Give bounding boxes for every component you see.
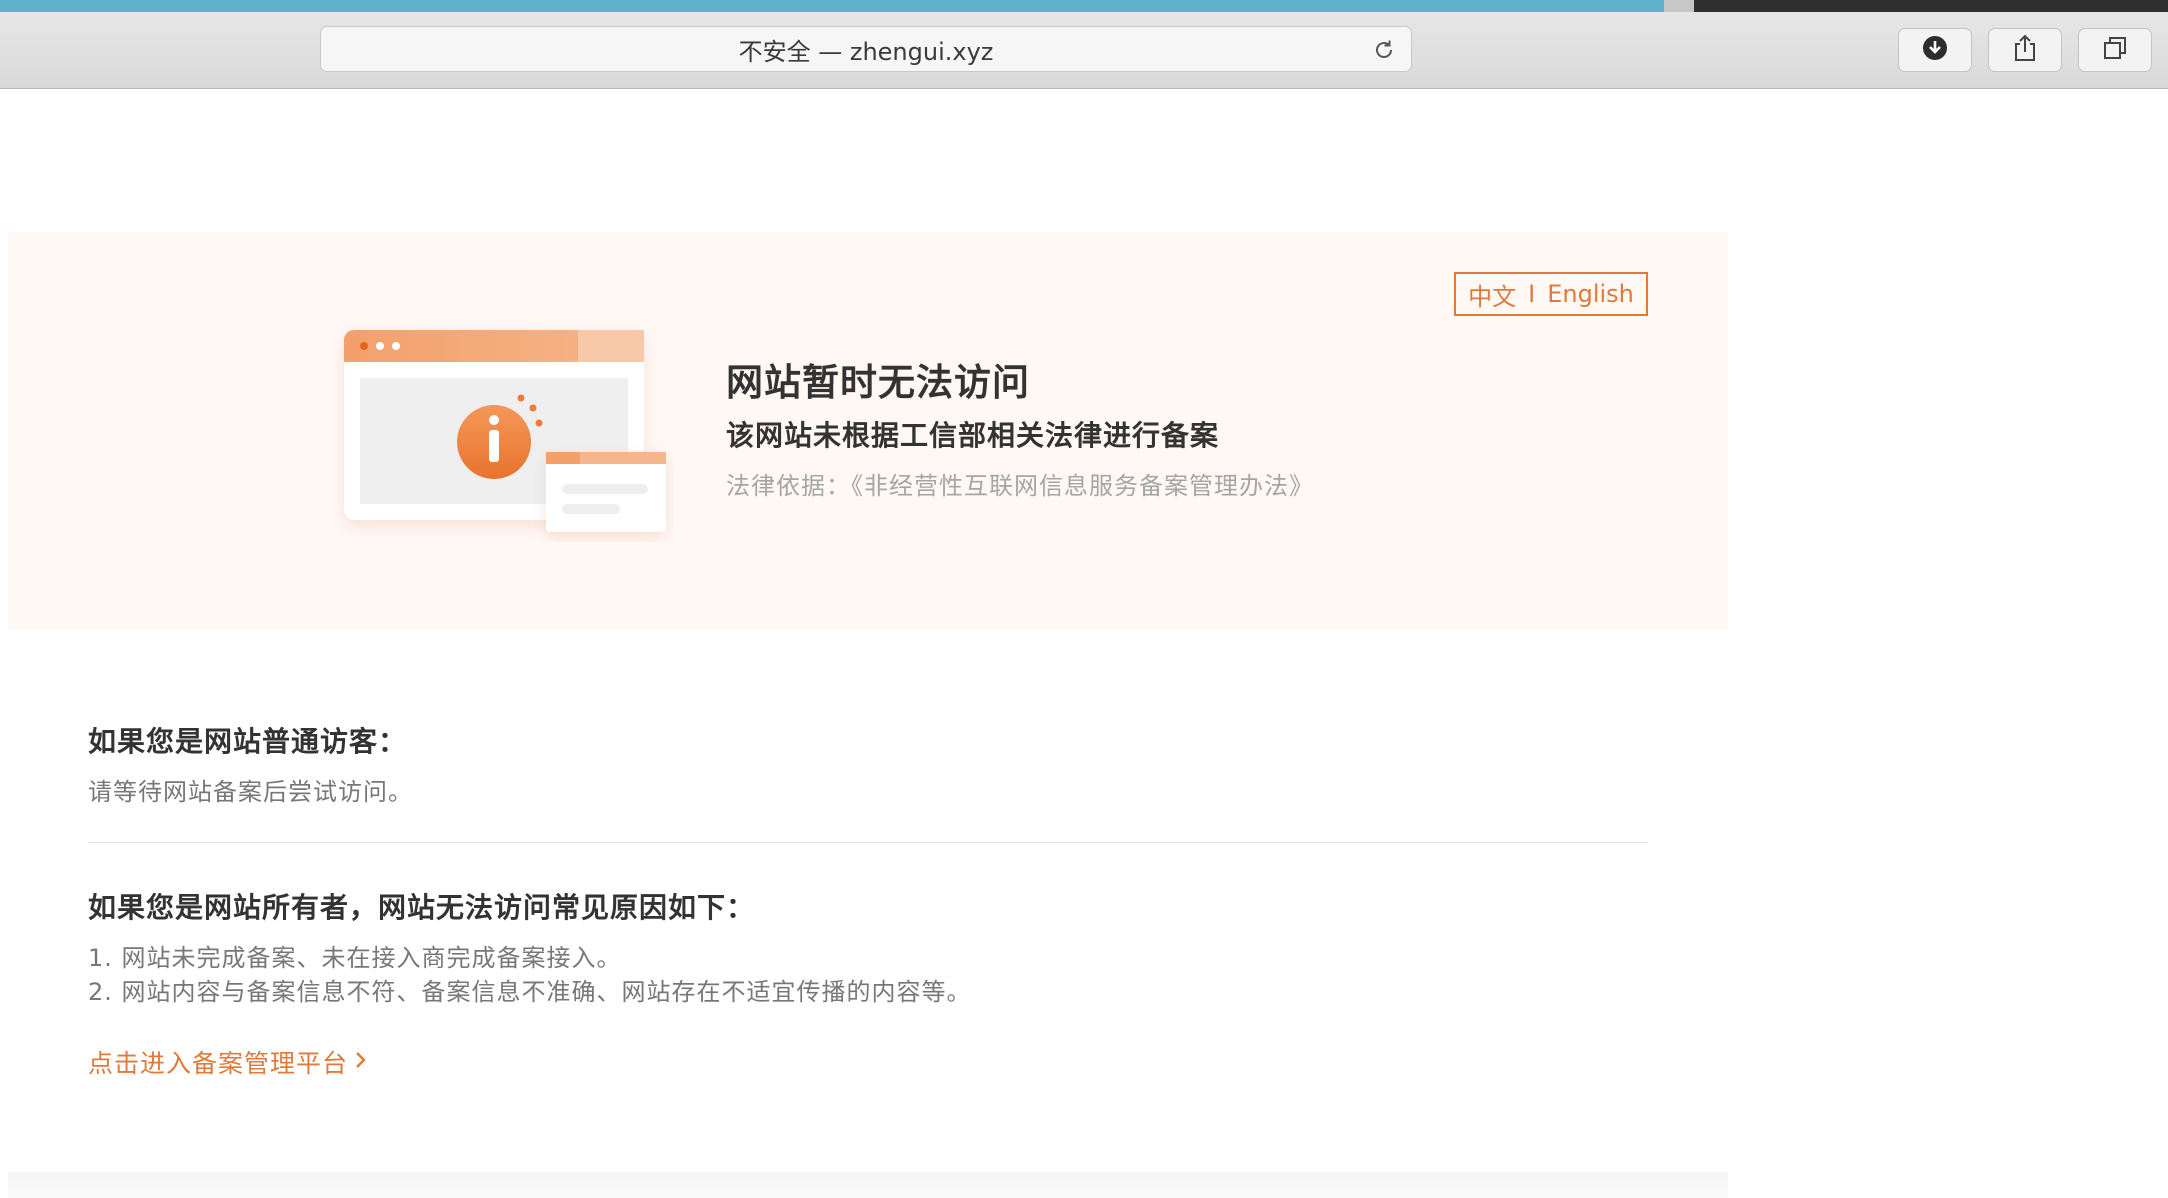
reload-icon[interactable] (1369, 35, 1399, 65)
download-icon (1921, 34, 1949, 66)
filing-portal-link[interactable]: 点击进入备案管理平台 (88, 1044, 368, 1080)
filing-portal-link-label: 点击进入备案管理平台 (88, 1049, 349, 1078)
reason-item-2: 2. 网站内容与备案信息不符、备案信息不准确、网站存在不适宜传播的内容等。 (88, 978, 972, 1006)
page-subtitle: 该网站未根据工信部相关法律进行备案 (726, 419, 1220, 452)
tabs-overview-button[interactable] (2078, 28, 2152, 72)
tab-strip-divider (1664, 0, 1694, 12)
chevron-right-icon (354, 1048, 368, 1077)
legal-basis-text: 法律依据：《非经营性互联网信息服务备案管理办法》 (726, 472, 1314, 500)
visitor-heading: 如果您是网站普通访客： (88, 725, 408, 758)
tabs-icon (2101, 34, 2129, 66)
share-icon (2012, 33, 2038, 67)
lang-english-link[interactable]: English (1547, 280, 1634, 308)
active-tab-strip[interactable] (0, 0, 1664, 12)
lang-chinese-link[interactable]: 中文 (1468, 277, 1516, 312)
page-title: 网站暂时无法访问 (726, 361, 1030, 404)
browser-toolbar: 不安全 — zhengui.xyz (0, 0, 2168, 89)
owner-heading: 如果您是网站所有者，网站无法访问常见原因如下： (88, 891, 756, 924)
share-button[interactable] (1988, 28, 2062, 72)
address-bar[interactable]: 不安全 — zhengui.xyz (320, 26, 1412, 72)
footer-strip (8, 1172, 1728, 1198)
browser-warning-illustration (334, 316, 674, 546)
download-button[interactable] (1898, 28, 1972, 72)
reason-item-1: 1. 网站未完成备案、未在接入商完成备案接入。 (88, 944, 622, 972)
visitor-text: 请等待网站备案后尝试访问。 (88, 778, 413, 806)
inactive-tab-strip[interactable] (1694, 0, 2168, 12)
address-text: 不安全 — zhengui.xyz (738, 37, 994, 66)
lang-separator: I (1528, 280, 1536, 308)
section-divider (88, 842, 1648, 843)
language-switch: 中文 I English (1454, 272, 1648, 316)
